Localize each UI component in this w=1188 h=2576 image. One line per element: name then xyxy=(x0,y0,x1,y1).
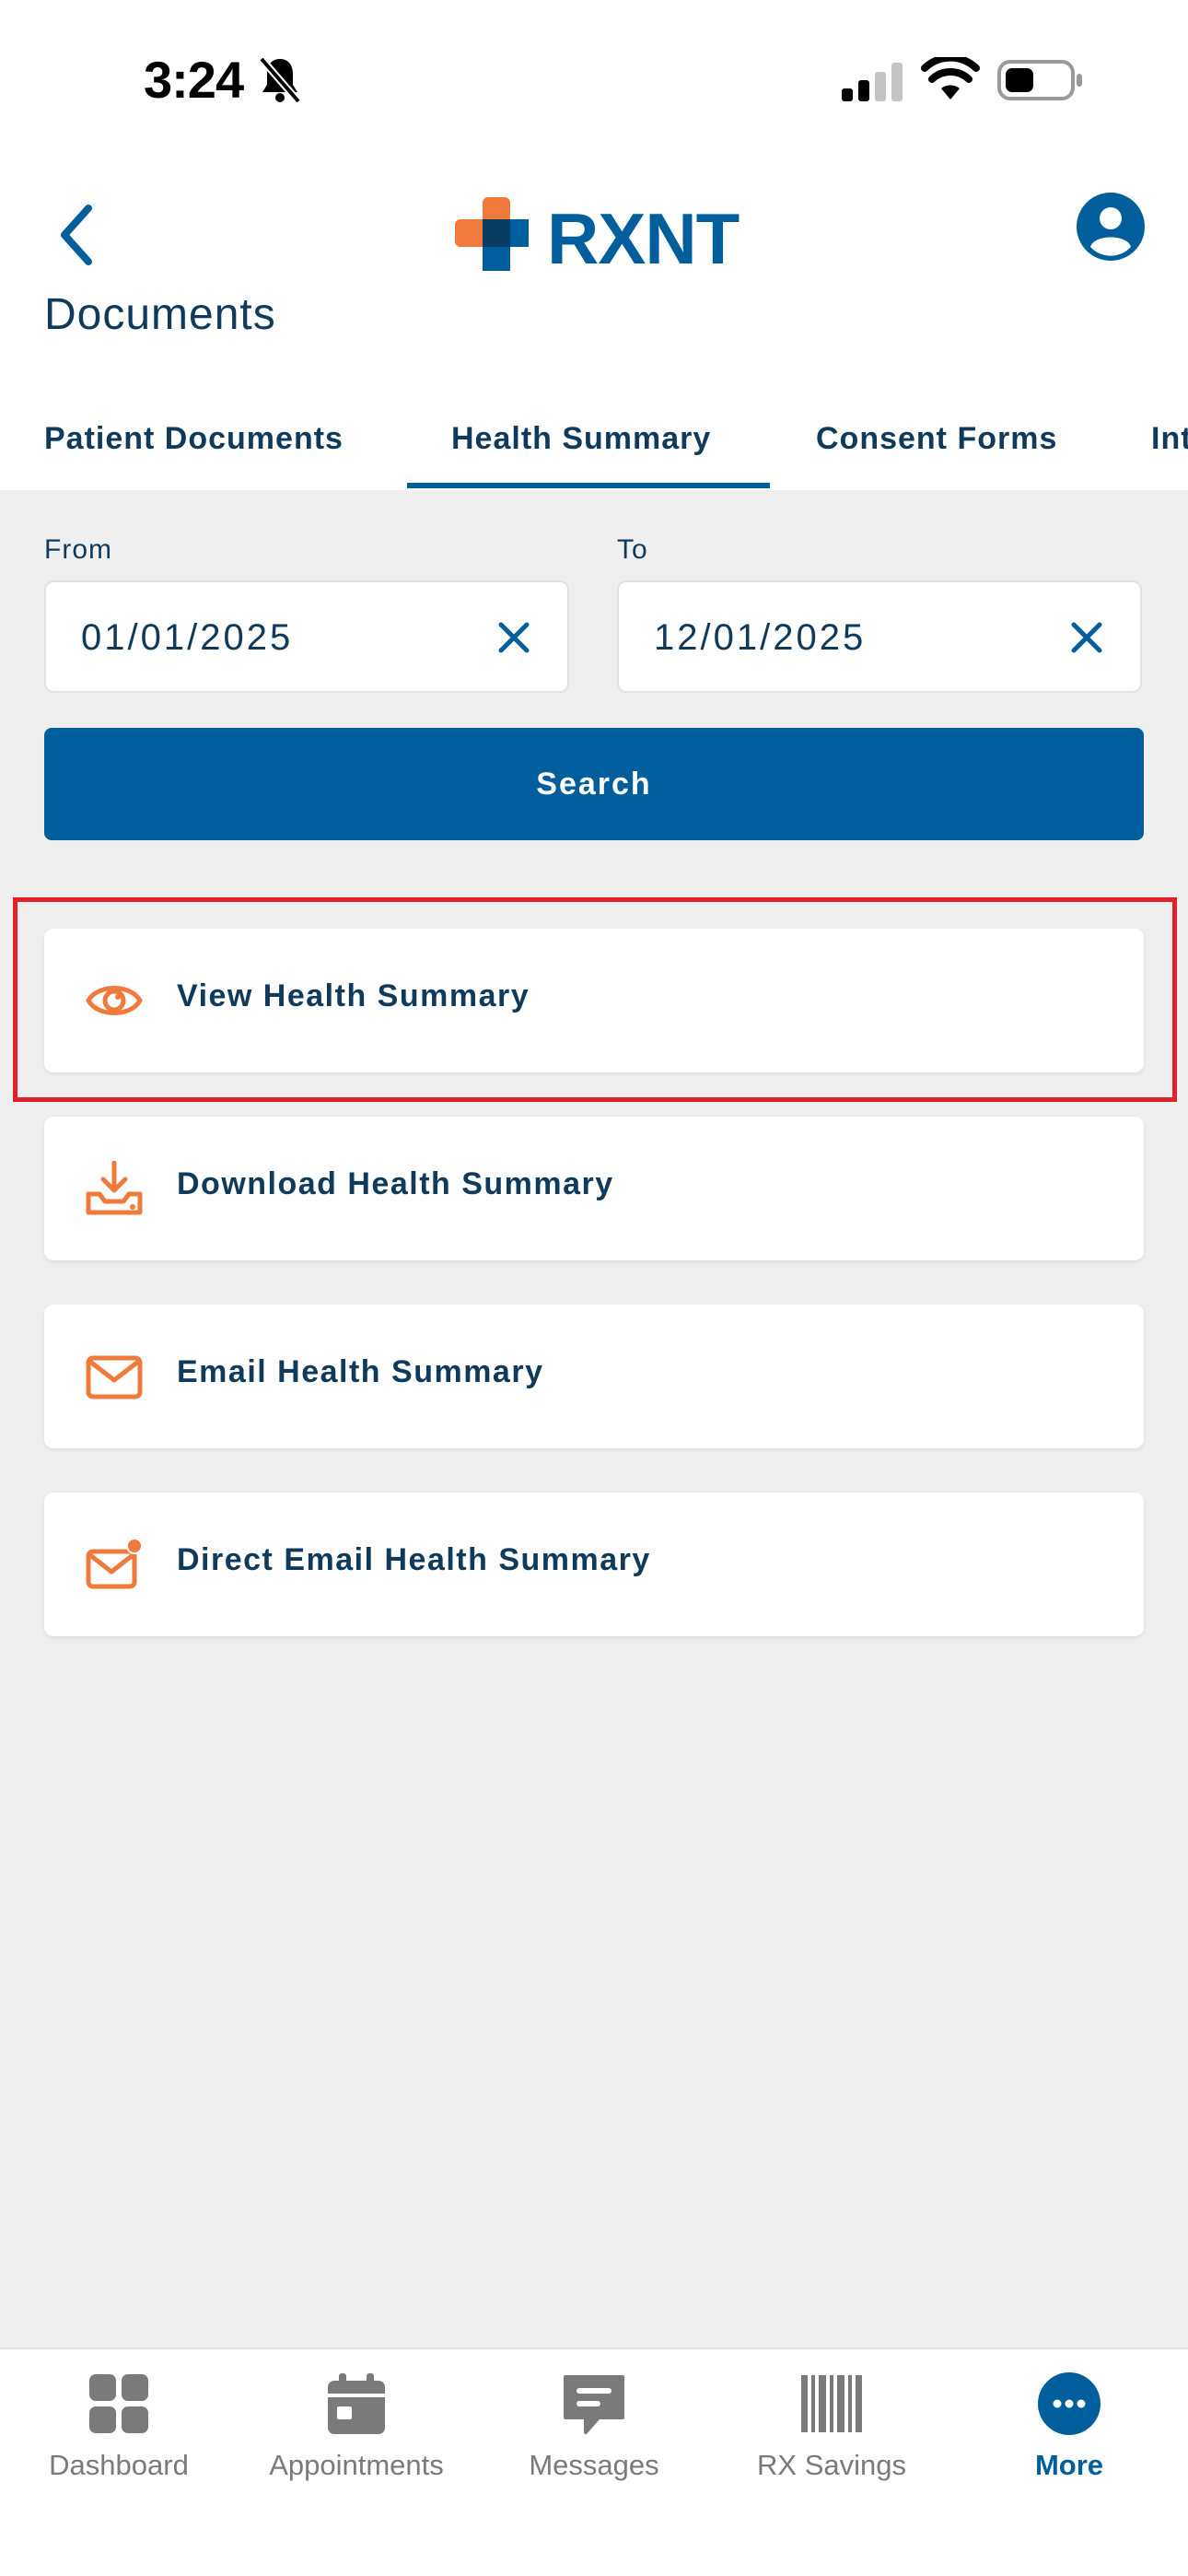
nav-more[interactable]: More xyxy=(950,2349,1188,2515)
logo-cross-icon xyxy=(455,197,529,271)
direct-email-health-summary-label: Direct Email Health Summary xyxy=(177,1542,651,1577)
calendar-icon xyxy=(328,2373,385,2434)
tab-patient-documents[interactable]: Patient Documents xyxy=(44,387,344,490)
mail-icon xyxy=(86,1355,143,1399)
nav-messages[interactable]: Messages xyxy=(475,2349,713,2515)
bottom-nav: Dashboard Appointments Messages RX Savin… xyxy=(0,2348,1188,2576)
download-icon xyxy=(86,1161,143,1215)
nav-dashboard-label: Dashboard xyxy=(49,2449,189,2481)
nav-messages-label: Messages xyxy=(529,2449,659,2481)
search-button[interactable]: Search xyxy=(44,728,1144,840)
barcode-icon xyxy=(801,2375,862,2432)
from-date-field[interactable]: 01/01/2025 xyxy=(44,580,569,693)
email-health-summary-button[interactable]: Email Health Summary xyxy=(44,1305,1144,1448)
to-label: To xyxy=(617,534,648,565)
mail-dot-icon xyxy=(86,1538,143,1589)
tab-more-cutoff[interactable]: Int xyxy=(1151,387,1188,490)
clear-from-icon[interactable] xyxy=(495,619,532,656)
top-nav: RXNT xyxy=(0,175,1188,304)
direct-email-health-summary-button[interactable]: Direct Email Health Summary xyxy=(44,1493,1144,1636)
rxnt-logo: RXNT xyxy=(455,188,740,280)
view-health-summary-button[interactable]: View Health Summary xyxy=(44,929,1144,1072)
nav-rx-savings[interactable]: RX Savings xyxy=(713,2349,950,2515)
status-bar: 3:24 xyxy=(0,0,1188,157)
logo-text: RXNT xyxy=(547,198,740,279)
from-label: From xyxy=(44,534,112,565)
status-time: 3:24 xyxy=(144,51,244,109)
bell-slash-icon xyxy=(258,56,302,103)
battery-icon xyxy=(997,60,1082,100)
profile-icon[interactable] xyxy=(1076,192,1146,262)
to-date-field[interactable]: 12/01/2025 xyxy=(617,580,1142,693)
document-tabs: Patient Documents Health Summary Consent… xyxy=(0,387,1188,490)
download-health-summary-button[interactable]: Download Health Summary xyxy=(44,1117,1144,1260)
tab-consent-forms[interactable]: Consent Forms xyxy=(816,387,1057,490)
dashboard-icon xyxy=(89,2374,148,2433)
nav-rx-savings-label: RX Savings xyxy=(757,2449,906,2481)
eye-icon xyxy=(86,986,143,1015)
nav-appointments[interactable]: Appointments xyxy=(238,2349,475,2515)
download-health-summary-label: Download Health Summary xyxy=(177,1166,614,1201)
to-date-value: 12/01/2025 xyxy=(654,617,867,658)
view-health-summary-label: View Health Summary xyxy=(177,978,530,1013)
clear-to-icon[interactable] xyxy=(1068,619,1105,656)
page-title: Documents xyxy=(44,290,276,339)
email-health-summary-label: Email Health Summary xyxy=(177,1354,544,1389)
signal-icon xyxy=(842,63,903,101)
header-area: 3:24 RXNT Documents Patient Documents He… xyxy=(0,0,1188,490)
nav-more-label: More xyxy=(1034,2449,1104,2481)
tab-health-summary[interactable]: Health Summary xyxy=(451,387,711,490)
wifi-icon xyxy=(921,57,980,100)
from-date-value: 01/01/2025 xyxy=(81,617,294,658)
back-arrow-icon[interactable] xyxy=(53,199,99,271)
message-icon xyxy=(564,2375,624,2434)
active-tab-indicator xyxy=(407,483,770,488)
more-icon xyxy=(1038,2372,1101,2435)
nav-dashboard[interactable]: Dashboard xyxy=(0,2349,238,2515)
nav-appointments-label: Appointments xyxy=(269,2449,444,2481)
